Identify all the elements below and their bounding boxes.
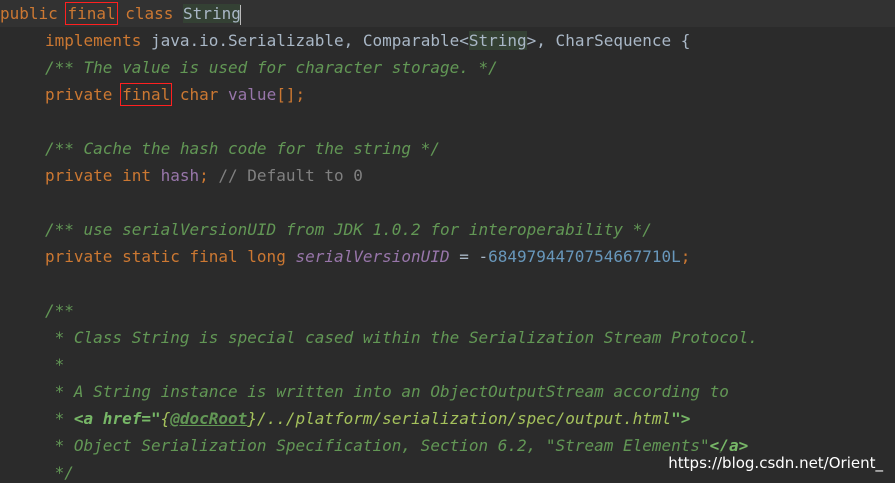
keyword-public: public (0, 4, 68, 23)
code-line-3[interactable]: /** The value is used for character stor… (45, 54, 498, 81)
interfaces-part1: java.io.Serializable, Comparable< (150, 31, 469, 50)
code-editor[interactable]: public final class String implements jav… (0, 0, 895, 483)
doc-comment-open: /** (45, 301, 74, 320)
doc-href-path: /../platform/serialization/spec/output.h… (256, 409, 672, 428)
doc-comment-serial: /** use serialVersionUID from JDK 1.0.2 … (45, 220, 652, 239)
field-serialversionuid: serialVersionUID (295, 247, 450, 266)
doc-comment-value: /** The value is used for character stor… (45, 58, 498, 77)
class-name-string: String (183, 4, 241, 23)
field-value: value (228, 85, 277, 104)
doc-comment-line-17: * Object Serialization Specification, Se… (45, 436, 710, 455)
code-line-9[interactable]: /** use serialVersionUID from JDK 1.0.2 … (45, 216, 652, 243)
code-line-12[interactable]: /** (45, 297, 74, 324)
doc-comment-line-14: * (45, 355, 65, 374)
code-line-15[interactable]: * A String instance is written into an O… (45, 378, 729, 405)
semicolon: ; (199, 166, 209, 185)
doc-html-a-close-quote: "> (671, 409, 691, 428)
text-cursor (239, 4, 242, 25)
line-comment-default: // Default to 0 (208, 166, 363, 185)
assignment: = - (449, 247, 489, 266)
keyword-class: class (125, 4, 184, 23)
doc-brace-close: } (247, 409, 257, 428)
keyword-char: char (170, 85, 229, 104)
code-line-10[interactable]: private static final long serialVersionU… (45, 243, 690, 270)
doc-tag-docroot: @docRoot (170, 409, 248, 428)
keyword-final-boxed: final (65, 2, 118, 25)
code-line-2[interactable]: implements java.io.Serializable, Compara… (45, 27, 690, 54)
doc-comment-line-13: * Class String is special cased within t… (45, 328, 758, 347)
keyword-private-int: private int (45, 166, 161, 185)
semicolon-2: ; (680, 247, 691, 266)
doc-comment-hash: /** Cache the hash code for the string *… (45, 139, 440, 158)
number-literal: 6849794470754667710L (488, 247, 681, 266)
watermark-url: https://blog.csdn.net/Orient_ (666, 451, 885, 475)
keyword-implements: implements (45, 31, 151, 50)
code-line-6[interactable]: /** Cache the hash code for the string *… (45, 135, 440, 162)
code-line-7[interactable]: private int hash; // Default to 0 (45, 162, 363, 189)
field-hash: hash (160, 166, 200, 185)
keyword-final-boxed-2: final (120, 83, 173, 106)
code-line-13[interactable]: * Class String is special cased within t… (45, 324, 758, 351)
keywords-private-static-final-long: private static final long (45, 247, 296, 266)
doc-brace-open: { (160, 409, 171, 428)
code-line-1[interactable]: public final class String (0, 0, 242, 27)
doc-comment-close: */ (45, 463, 74, 482)
code-line-16[interactable]: * <a href="{@docRoot}/../platform/serial… (45, 405, 691, 432)
doc-html-a-open: <a href=" (73, 409, 161, 428)
generic-type-string: String (468, 31, 527, 50)
interfaces-part2: >, CharSequence { (526, 31, 691, 50)
code-line-14[interactable]: * (45, 351, 65, 378)
code-line-4[interactable]: private final char value[]; (45, 81, 305, 108)
code-line-18[interactable]: */ (45, 459, 74, 483)
doc-comment-line-15: * A String instance is written into an O… (45, 382, 729, 401)
array-brackets: []; (276, 85, 306, 104)
doc-star: * (45, 409, 74, 428)
keyword-private: private (45, 85, 123, 104)
code-line-17[interactable]: * Object Serialization Specification, Se… (45, 432, 749, 459)
